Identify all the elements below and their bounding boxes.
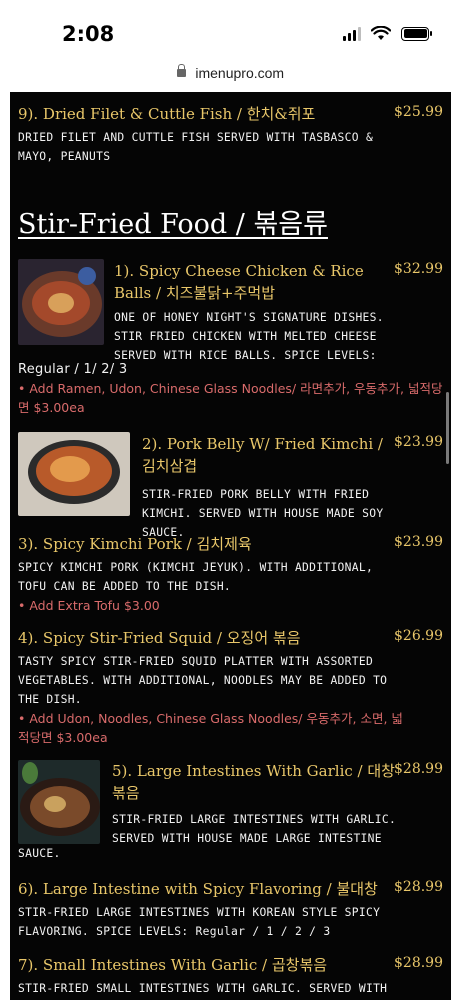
menu-item: 4). Spicy Stir-Fried Squid / 오징어 볶음 TAST… (18, 627, 408, 747)
item-description: SPICY KIMCHI PORK (KIMCHI JEYUK). WITH A… (18, 561, 374, 593)
scrollbar[interactable] (446, 392, 449, 464)
menu-item: 1). Spicy Cheese Chicken & Rice Balls / … (114, 260, 396, 365)
item-title: 2). Pork Belly W/ Fried Kimchi / 김치삼겹 (142, 435, 383, 475)
url-text[interactable]: imenupro.com (195, 65, 284, 81)
cellular-signal-icon (343, 26, 361, 41)
item-title: 3). Spicy Kimchi Pork / 김치제육 (18, 535, 252, 553)
item-price: $28.99 (394, 879, 443, 895)
item-title: 4). Spicy Stir-Fried Squid / 오징어 볶음 (18, 629, 301, 647)
menu-item: 3). Spicy Kimchi Pork / 김치제육 SPICY KIMCH… (18, 533, 408, 615)
item-title: 9). Dried Filet & Cuttle Fish / 한치&쥐포 (18, 105, 316, 123)
menu-item-extra: SAUCE. (18, 844, 61, 863)
dish-photo-large-intestines (18, 760, 100, 844)
item-price: $28.99 (394, 761, 443, 777)
status-bar: 2:08 (0, 0, 461, 58)
wifi-icon (371, 26, 391, 40)
item-description: DRIED FILET AND CUTTLE FISH SERVED WITH … (18, 131, 374, 163)
status-time: 2:08 (62, 22, 115, 46)
item-price: $26.99 (394, 628, 443, 644)
item-description-cont: SAUCE. (18, 847, 61, 860)
dish-photo-cheese-chicken (18, 259, 104, 345)
item-description: TASTY SPICY STIR-FRIED SQUID PLATTER WIT… (18, 655, 388, 706)
menu-item-extra: Regular / 1/ 2/ 3 • Add Ramen, Udon, Chi… (18, 360, 443, 417)
menu-page[interactable]: 9). Dried Filet & Cuttle Fish / 한치&쥐포 DR… (10, 92, 451, 1000)
item-description: STIR-FRIED SMALL INTESTINES WITH GARLIC.… (18, 982, 388, 995)
battery-icon (401, 26, 432, 41)
menu-item: 6). Large Intestine with Spicy Flavoring… (18, 878, 408, 941)
item-price: $23.99 (394, 434, 443, 450)
menu-item: 2). Pork Belly W/ Fried Kimchi / 김치삼겹 ST… (142, 433, 396, 542)
item-description: STIR-FRIED LARGE INTESTINES WITH KOREAN … (18, 906, 381, 938)
menu-item: 7). Small Intestines With Garlic / 곱창볶음 … (18, 954, 408, 998)
item-price: $32.99 (394, 261, 443, 277)
item-description: ONE OF HONEY NIGHT'S SIGNATURE DISHES. S… (114, 311, 384, 362)
item-title: 6). Large Intestine with Spicy Flavoring… (18, 880, 378, 898)
section-heading: Stir-Fried Food / 볶음류 (18, 209, 328, 240)
dish-photo-pork-belly (18, 432, 130, 516)
address-bar[interactable]: imenupro.com (0, 58, 461, 92)
item-price: $28.99 (394, 955, 443, 971)
status-icons (343, 26, 432, 41)
spice-levels: Regular / 1/ 2/ 3 (18, 362, 128, 377)
item-addon: • Add Extra Tofu $3.00 (18, 598, 160, 613)
item-addon: • Add Udon, Noodles, Chinese Glass Noodl… (18, 711, 403, 745)
item-title: 5). Large Intestines With Garlic / 대창볶음 (112, 762, 395, 802)
item-title: 1). Spicy Cheese Chicken & Rice Balls / … (114, 262, 364, 302)
menu-item: 9). Dried Filet & Cuttle Fish / 한치&쥐포 DR… (18, 103, 388, 166)
menu-item: 5). Large Intestines With Garlic / 대창볶음 … (112, 760, 398, 848)
item-description: STIR-FRIED LARGE INTESTINES WITH GARLIC.… (112, 813, 397, 845)
item-price: $25.99 (394, 104, 443, 120)
lock-icon (176, 63, 186, 77)
item-price: $23.99 (394, 534, 443, 550)
item-addon: • Add Ramen, Udon, Chinese Glass Noodles… (18, 381, 443, 415)
item-title: 7). Small Intestines With Garlic / 곱창볶음 (18, 956, 328, 974)
